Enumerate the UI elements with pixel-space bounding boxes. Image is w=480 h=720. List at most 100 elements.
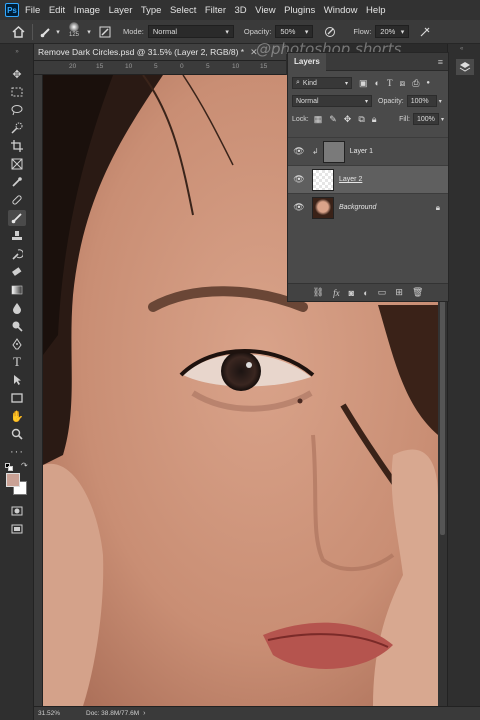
document-tab[interactable]: Remove Dark Circles.psd @ 31.5% (Layer 2… xyxy=(34,44,286,61)
hand-tool-icon[interactable]: ✋ xyxy=(8,408,26,424)
visibility-eye-icon[interactable]: 👁︎ xyxy=(292,146,306,157)
foreground-color-swatch[interactable] xyxy=(6,473,20,487)
eraser-tool-icon[interactable] xyxy=(8,264,26,280)
flow-field[interactable]: 20% ▾ xyxy=(375,25,410,38)
shape-filter-icon[interactable]: ⧈ xyxy=(399,78,405,89)
lock-position-icon[interactable]: ✥ xyxy=(344,114,352,125)
gradient-tool-icon[interactable] xyxy=(8,282,26,298)
blend-mode-select[interactable]: Normal ▾ xyxy=(292,95,372,107)
brush-tool-icon[interactable] xyxy=(8,210,26,226)
zoom-level[interactable]: 31.52% xyxy=(38,710,86,717)
layer-row-layer-1[interactable]: 👁︎ ↲ Layer 1 xyxy=(288,137,448,165)
brush-size-picker[interactable]: 125 xyxy=(63,21,85,43)
eyedropper-tool-icon[interactable] xyxy=(8,174,26,190)
pressure-opacity-icon[interactable] xyxy=(321,26,339,38)
panel-grip-icon[interactable]: « xyxy=(460,46,463,52)
opacity-field[interactable]: 50% ▾ xyxy=(275,25,314,38)
new-group-icon[interactable]: ▭ xyxy=(378,287,387,298)
home-icon[interactable] xyxy=(10,25,26,38)
new-layer-icon[interactable]: ⊞ xyxy=(395,287,403,298)
image-filter-icon[interactable]: ▣ xyxy=(359,78,368,89)
menu-plugins[interactable]: Plugins xyxy=(284,5,315,16)
trash-icon[interactable]: 🗑︎ xyxy=(412,287,423,298)
layer-row-background[interactable]: 👁︎ Background 🔒︎ xyxy=(288,193,448,221)
chevron-down-icon[interactable]: ▾ xyxy=(85,28,93,36)
brush-preset-icon[interactable] xyxy=(39,26,53,38)
menu-edit[interactable]: Edit xyxy=(49,5,65,16)
visibility-eye-icon[interactable]: 👁︎ xyxy=(292,174,306,185)
menu-filter[interactable]: Filter xyxy=(205,5,226,16)
lock-fill-row: Lock: ▦ ✎ ✥ ⧉ 🔒︎ Fill: 100% ▾ xyxy=(288,110,448,128)
swap-colors-icon[interactable]: ↷ xyxy=(21,461,28,470)
chevron-down-icon: ▾ xyxy=(344,80,348,87)
quick-select-tool-icon[interactable] xyxy=(8,120,26,136)
menu-type[interactable]: Type xyxy=(141,5,162,16)
menu-window[interactable]: Window xyxy=(324,5,358,16)
layers-panel-icon[interactable] xyxy=(456,59,474,75)
menu-bar: Ps File Edit Image Layer Type Select Fil… xyxy=(0,0,480,20)
path-selection-tool-icon[interactable] xyxy=(8,372,26,388)
quick-mask-icon[interactable] xyxy=(8,503,26,519)
clipping-arrow-icon: ↲ xyxy=(312,147,319,156)
more-tools-icon[interactable]: ··· xyxy=(8,444,26,460)
filter-toggle-icon[interactable]: ● xyxy=(426,80,430,86)
link-layers-icon[interactable]: ⛓︎ xyxy=(313,287,324,298)
healing-brush-tool-icon[interactable] xyxy=(8,192,26,208)
document-size: Doc: 38.8M/77.6M xyxy=(86,710,140,717)
menu-3d[interactable]: 3D xyxy=(235,5,247,16)
ruler-number: 15 xyxy=(260,63,268,70)
menu-view[interactable]: View xyxy=(255,5,275,16)
type-filter-icon[interactable]: T xyxy=(387,78,393,88)
chevron-down-icon[interactable]: ▾ xyxy=(441,116,444,123)
menu-layer[interactable]: Layer xyxy=(109,5,133,16)
brush-settings-icon[interactable] xyxy=(97,26,113,38)
layer-row-layer-2[interactable]: 👁︎ Layer 2 xyxy=(288,165,448,193)
lock-pixels-icon[interactable]: ✎ xyxy=(329,114,337,125)
adjustment-filter-icon[interactable]: ◐ xyxy=(375,78,380,88)
crop-tool-icon[interactable] xyxy=(8,138,26,154)
marquee-tool-icon[interactable] xyxy=(8,84,26,100)
move-tool-icon[interactable]: ✥ xyxy=(8,66,26,82)
blur-tool-icon[interactable] xyxy=(8,300,26,316)
rectangle-tool-icon[interactable] xyxy=(8,390,26,406)
adjustment-layer-icon[interactable]: ◐ xyxy=(363,288,368,298)
panel-menu-icon[interactable]: ≡ xyxy=(438,57,443,67)
smart-object-filter-icon[interactable]: ⎙ xyxy=(412,78,419,89)
pen-tool-icon[interactable] xyxy=(8,336,26,352)
lock-label: Lock: xyxy=(292,115,309,123)
zoom-tool-icon[interactable] xyxy=(8,426,26,442)
lock-all-icon[interactable]: 🔒︎ xyxy=(372,114,377,125)
default-colors-icon[interactable] xyxy=(5,463,13,471)
menu-image[interactable]: Image xyxy=(74,5,100,16)
layers-panel-title[interactable]: Layers xyxy=(288,52,326,71)
layer-name[interactable]: Layer 2 xyxy=(339,176,362,183)
add-mask-icon[interactable]: ◙ xyxy=(349,288,354,298)
chevron-down-icon[interactable]: ▾ xyxy=(53,28,63,36)
visibility-eye-icon[interactable]: 👁︎ xyxy=(292,202,306,213)
lock-artboard-icon[interactable]: ⧉ xyxy=(358,114,364,125)
layer-name[interactable]: Background xyxy=(339,204,376,211)
fill-field[interactable]: 100% xyxy=(412,113,439,125)
panel-grip-icon[interactable]: » xyxy=(8,48,26,56)
airbrush-icon[interactable] xyxy=(417,26,433,38)
menu-select[interactable]: Select xyxy=(170,5,196,16)
history-brush-tool-icon[interactable] xyxy=(8,246,26,262)
layer-name[interactable]: Layer 1 xyxy=(350,148,373,155)
screen-mode-icon[interactable] xyxy=(8,521,26,537)
layer-style-icon[interactable]: fx xyxy=(333,288,340,298)
chevron-right-icon[interactable]: › xyxy=(143,710,145,717)
chevron-down-icon[interactable]: ▾ xyxy=(439,98,442,105)
dodge-tool-icon[interactable] xyxy=(8,318,26,334)
menu-file[interactable]: File xyxy=(25,5,40,16)
chevron-down-icon: ▾ xyxy=(304,28,309,36)
menu-help[interactable]: Help xyxy=(366,5,386,16)
type-tool-icon[interactable]: T xyxy=(8,354,26,370)
frame-tool-icon[interactable] xyxy=(8,156,26,172)
layer-opacity-field[interactable]: 100% xyxy=(406,95,437,107)
layer-thumbnail xyxy=(312,196,334,219)
lasso-tool-icon[interactable] xyxy=(8,102,26,118)
lock-transparency-icon[interactable]: ▦ xyxy=(314,114,323,125)
clone-stamp-tool-icon[interactable] xyxy=(8,228,26,244)
filter-kind-select[interactable]: ⌕ Kind ▾ xyxy=(292,77,352,89)
mode-select[interactable]: Normal ▾ xyxy=(147,25,234,38)
